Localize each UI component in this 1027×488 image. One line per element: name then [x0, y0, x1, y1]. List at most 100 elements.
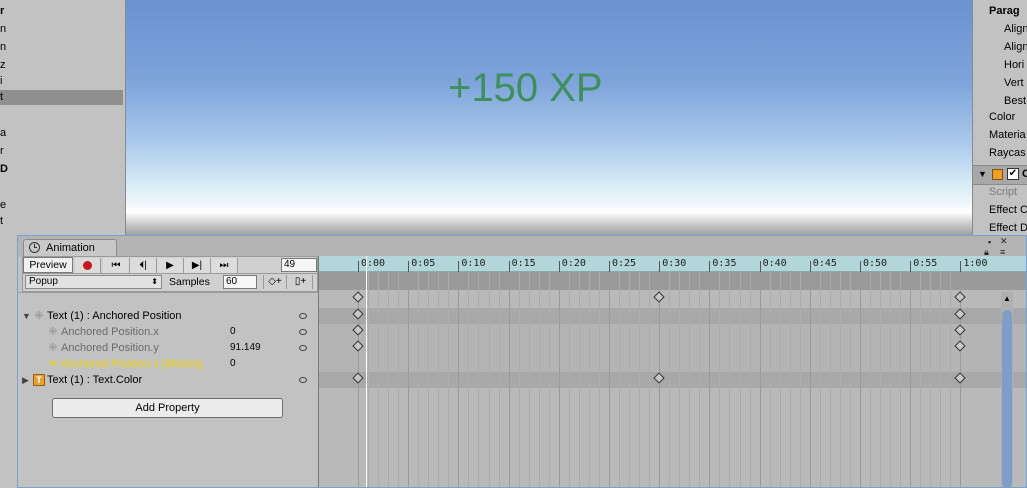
clip-dropdown[interactable]: Popup ⬍ [25, 275, 162, 289]
animation-tabbar: Animation ▪ ✕ 🔒︎ ≡ [18, 236, 1026, 257]
add-event-icon: ▯+ [294, 276, 307, 287]
animation-tab[interactable]: Animation [23, 239, 117, 257]
component-icon [992, 169, 1003, 180]
last-key-button[interactable]: ⏭ [211, 258, 238, 273]
color-label: Color [989, 111, 1016, 123]
property-name: Text (1) : Anchored Position [47, 310, 182, 322]
play-icon: ▶ [166, 260, 174, 271]
keyframe-diamond[interactable] [954, 291, 967, 303]
component-header[interactable]: ▼ ✔ C [973, 165, 1027, 185]
vertical-scrollbar[interactable]: ▲ [1001, 292, 1013, 487]
animation-tab-label: Animation [46, 242, 95, 254]
keyframes-layer [319, 256, 1026, 487]
scroll-up-icon[interactable]: ▲ [1003, 294, 1011, 303]
property-row[interactable]: ⁜ Anchored Position.y 91.149 [18, 340, 318, 356]
hierarchy-row[interactable]: n [0, 38, 126, 56]
hierarchy-row[interactable]: t [0, 88, 126, 106]
property-options-icon[interactable] [299, 377, 307, 383]
hierarchy-row[interactable]: r [0, 2, 126, 20]
divider [18, 292, 318, 293]
prev-key-icon: ⏴︎| [139, 260, 147, 271]
effect-label: Effect C [989, 204, 1027, 216]
paragraph-label: Parag [989, 5, 1020, 17]
property-options-icon[interactable] [299, 313, 307, 319]
property-name: Anchored Position.y [61, 342, 159, 354]
hierarchy-row[interactable]: t [0, 212, 126, 230]
property-value[interactable]: 0 [230, 324, 236, 340]
keyframe-diamond[interactable] [954, 340, 967, 352]
keyframe-diamond[interactable] [954, 308, 967, 320]
foldout-icon[interactable]: ▼ [978, 169, 987, 179]
component-title: C [1022, 168, 1027, 180]
frame-input[interactable]: 49 [281, 258, 317, 272]
hierarchy-row[interactable]: a [0, 124, 126, 142]
next-key-button[interactable]: ▶| [184, 258, 211, 273]
samples-label: Samples [169, 276, 210, 288]
last-key-icon: ⏭ [219, 260, 229, 271]
foldout-icon[interactable]: ▼ [22, 308, 31, 324]
inspector-field-label: Align [1004, 23, 1027, 35]
inspector-field-label: Align [1004, 41, 1027, 53]
property-options-icon[interactable] [299, 329, 307, 335]
xp-popup-text: +150 XP [448, 66, 603, 110]
keyframe-diamond[interactable] [352, 372, 364, 384]
keyframe-diamond[interactable] [653, 291, 665, 303]
next-key-icon: ▶| [191, 260, 203, 271]
property-row[interactable]: ▼ ⁜ Text (1) : Anchored Position [18, 308, 318, 324]
keyframe-diamond[interactable] [352, 324, 364, 336]
rect-transform-icon: ⁜ [48, 342, 58, 354]
close-icon[interactable]: ✕ [1000, 236, 1008, 246]
record-icon [83, 261, 92, 270]
keyframe-diamond[interactable] [653, 372, 665, 384]
property-name: Anchored Position.z (Missing [61, 358, 203, 370]
raycast-label: Raycas [989, 147, 1026, 159]
add-event-button[interactable]: ▯+ [289, 275, 313, 289]
hierarchy-row[interactable]: D [0, 160, 126, 178]
dropdown-arrow-icon: ⬍ [151, 277, 158, 286]
property-row[interactable]: ⁜ Anchored Position.z (Missing 0 [18, 356, 318, 372]
property-value[interactable]: 91.149 [230, 340, 261, 356]
keyframe-diamond[interactable] [352, 291, 364, 303]
add-property-button[interactable]: Add Property [52, 398, 283, 418]
record-button[interactable] [75, 258, 101, 273]
rect-transform-icon: ⁜ [48, 358, 58, 370]
first-key-icon: ⏮ [111, 260, 121, 271]
material-label: Materia [989, 129, 1026, 141]
keyframe-diamond[interactable] [352, 340, 364, 352]
property-row[interactable]: ▶ T Text (1) : Text.Color [18, 372, 318, 388]
rect-transform-icon: ⁜ [34, 310, 44, 322]
property-row[interactable]: ⁜ Anchored Position.x 0 [18, 324, 318, 340]
script-label: Script [989, 186, 1018, 198]
keyframe-diamond[interactable] [954, 324, 967, 336]
animation-window: Animation ▪ ✕ 🔒︎ ≡ Preview ⏮ ⏴︎| ▶ ▶| ⏭ … [17, 235, 1027, 488]
samples-input[interactable]: 60 [223, 275, 257, 289]
scene-view[interactable]: +150 XP [126, 0, 972, 236]
prev-key-button[interactable]: ⏴︎| [130, 258, 157, 273]
hierarchy-row[interactable]: r [0, 142, 126, 160]
enable-checkbox[interactable]: ✔ [1007, 168, 1019, 180]
first-key-button[interactable]: ⏮ [103, 258, 130, 273]
property-options-icon[interactable] [299, 345, 307, 351]
text-component-icon: T [33, 374, 45, 386]
maximize-icon[interactable]: ▪ [988, 237, 991, 247]
preview-button[interactable]: Preview [23, 257, 73, 273]
property-value[interactable]: 0 [230, 356, 236, 372]
keyframe-diamond[interactable] [954, 372, 967, 384]
playhead[interactable] [366, 256, 368, 487]
inspector-field-label: Vert [1004, 77, 1024, 89]
foldout-icon[interactable]: ▶ [22, 372, 29, 388]
clock-icon [29, 242, 40, 253]
play-button[interactable]: ▶ [157, 258, 184, 273]
clip-name: Popup [29, 276, 58, 287]
inspector-field-label: Hori [1004, 59, 1025, 71]
keyframe-diamond[interactable] [352, 308, 364, 320]
property-name: Anchored Position.x [61, 326, 159, 338]
scrollbar-thumb[interactable] [1002, 310, 1012, 487]
property-name: Text (1) : Text.Color [47, 374, 143, 386]
add-keyframe-button[interactable]: ◇+ [263, 275, 287, 289]
hierarchy-row[interactable]: n [0, 20, 126, 38]
dopesheet[interactable]: 0:00 0:05 0:10 0:15 0:20 0:25 0:30 0:35 0:40 0:45… [318, 256, 1026, 487]
property-list: ▼ ⁜ Text (1) : Anchored Position ⁜ Ancho… [18, 308, 318, 408]
rect-transform-icon: ⁜ [48, 326, 58, 338]
clip-toolbar: Popup ⬍ Samples 60 ◇+ ▯+ [22, 274, 318, 292]
